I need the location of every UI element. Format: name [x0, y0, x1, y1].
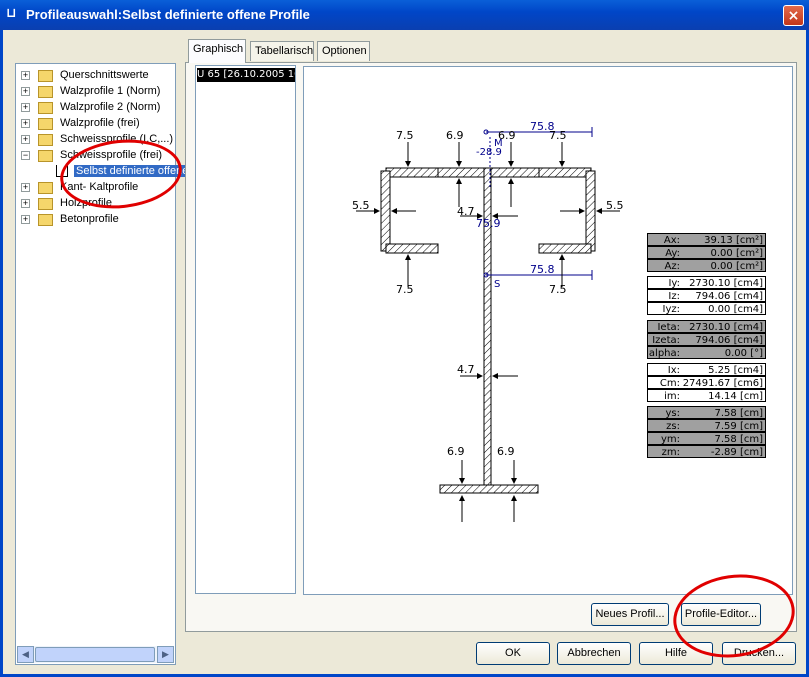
tab-tabellarisch[interactable]: Tabellarisch [250, 41, 314, 61]
tab-graphisch[interactable]: Graphisch [188, 39, 246, 63]
scroll-left-icon[interactable]: ◀ [17, 646, 34, 663]
help-button[interactable]: Hilfe [639, 642, 713, 665]
folder-icon [38, 118, 53, 130]
property-row: Az: 0.00 [cm²] [647, 259, 766, 272]
property-row: zs: 7.59 [cm] [647, 419, 766, 432]
property-row: Iz: 794.06 [cm4] [647, 289, 766, 302]
expand-icon[interactable]: + [21, 199, 30, 208]
tree-item-label: Betonprofile [60, 213, 119, 225]
profile-listbox[interactable]: U 65 [26.10.2005 10 [195, 65, 296, 594]
expand-icon[interactable]: + [21, 183, 30, 192]
property-row: Iy: 2730.10 [cm4] [647, 276, 766, 289]
dim-label: 4.7 [457, 205, 475, 218]
tree-horizontal-scrollbar[interactable]: ◀ ▶ [17, 646, 174, 663]
dim-label: 5.5 [606, 199, 624, 212]
app-icon: ⊔ [6, 6, 17, 21]
dim-label: 7.5 [396, 129, 414, 142]
tree-item-label: Walzprofile 1 (Norm) [60, 85, 161, 97]
tree-item-label: Walzprofile (frei) [60, 117, 140, 129]
property-row: ym: 7.58 [cm] [647, 432, 766, 445]
expand-icon[interactable]: + [21, 119, 30, 128]
tab-optionen[interactable]: Optionen [317, 41, 370, 61]
dim-label: 75.8 [530, 263, 555, 276]
property-row: Ay: 0.00 [cm²] [647, 246, 766, 259]
profile-tree[interactable]: + Querschnittswerte + Walzprofile 1 (Nor… [15, 63, 191, 665]
new-profile-button[interactable]: Neues Profil... [591, 603, 669, 626]
dim-label: 4.7 [457, 363, 475, 376]
tree-item-label: Kant- Kaltprofile [60, 181, 139, 193]
property-row: Ieta: 2730.10 [cm4] [647, 320, 766, 333]
tree-item-label: Schweissprofile (frei) [60, 149, 163, 161]
profile-editor-button[interactable]: Profile-Editor... [681, 603, 761, 626]
tree-item-label: Selbst definierte offene [74, 165, 191, 177]
property-row: ys: 7.58 [cm] [647, 406, 766, 419]
dim-label: 75.8 [530, 120, 555, 133]
expand-icon[interactable]: + [21, 87, 30, 96]
dim-label: 7.5 [549, 283, 567, 296]
flange-top-left [385, 167, 439, 178]
property-row: Izeta: 794.06 [cm4] [647, 333, 766, 346]
scroll-right-icon[interactable]: ▶ [157, 646, 174, 663]
folder-icon [38, 134, 53, 146]
dim-label: 5.5 [352, 199, 370, 212]
dim-label: 75.9 [476, 217, 501, 230]
dim-label: -28.9 [476, 147, 502, 158]
folder-open-icon [38, 150, 53, 162]
profile-icon [56, 165, 68, 177]
property-row: Ix: 5.25 [cm4] [647, 363, 766, 376]
expand-icon[interactable]: + [21, 215, 30, 224]
print-button[interactable]: Drucken... [722, 642, 796, 665]
folder-icon [38, 86, 53, 98]
list-item[interactable]: U 65 [26.10.2005 10 [197, 68, 295, 82]
lip-left [385, 243, 439, 254]
folder-icon [38, 102, 53, 114]
collapse-icon[interactable]: − [21, 151, 30, 160]
property-row: Cm: 27491.67 [cm6] [647, 376, 766, 389]
close-button[interactable]: × [783, 5, 804, 26]
cancel-button[interactable]: Abbrechen [557, 642, 631, 665]
window-title: Profileauswahl:Selbst definierte offene … [26, 7, 310, 22]
dim-label: 6.9 [447, 445, 465, 458]
expand-icon[interactable]: + [21, 103, 30, 112]
folder-icon [38, 198, 53, 210]
expand-icon[interactable]: + [21, 71, 30, 80]
tree-item-label: Querschnittswerte [60, 69, 149, 81]
property-row: Iyz: 0.00 [cm4] [647, 302, 766, 315]
ok-button[interactable]: OK [476, 642, 550, 665]
folder-icon [38, 182, 53, 194]
scroll-thumb[interactable] [35, 647, 155, 662]
web-center [483, 167, 492, 486]
tree-item-label: Walzprofile 2 (Norm) [60, 101, 161, 113]
title-bar[interactable]: ⊔ Profileauswahl:Selbst definierte offen… [0, 0, 809, 30]
property-row: Ax: 39.13 [cm²] [647, 233, 766, 246]
lip-right [538, 243, 592, 254]
tree-item-label: Schweissprofile (I,C,...) [60, 133, 174, 145]
flange-top-right [538, 167, 592, 178]
flange-base [439, 484, 539, 494]
folder-icon [38, 214, 53, 226]
dim-label: 7.5 [396, 283, 414, 296]
folder-icon [38, 70, 53, 82]
tree-item-label: Holzprofile [60, 197, 112, 209]
dim-label: 6.9 [497, 445, 515, 458]
expand-icon[interactable]: + [21, 135, 30, 144]
property-row: zm: -2.89 [cm] [647, 445, 766, 458]
dim-label: 6.9 [446, 129, 464, 142]
point-label-s: S [494, 279, 500, 290]
web-left [380, 170, 391, 252]
web-right [585, 170, 596, 252]
property-row: alpha: 0.00 [°] [647, 346, 766, 359]
property-row: im: 14.14 [cm] [647, 389, 766, 402]
